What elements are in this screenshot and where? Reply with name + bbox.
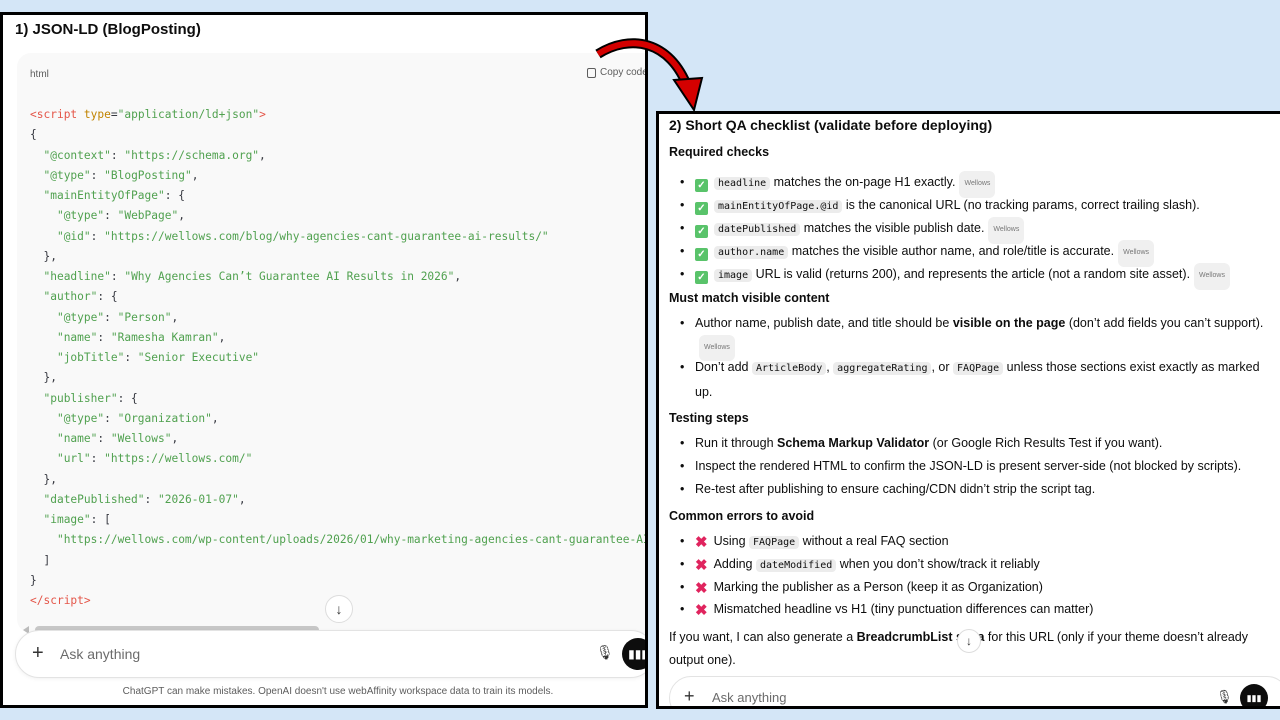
arrow-down-icon: ↓ [335, 601, 343, 617]
disclaimer-text: ChatGPT can make mistakes. OpenAI doesn'… [122, 686, 554, 697]
left-chat-panel: 1) JSON-LD (BlogPosting) html Copy code … [0, 12, 648, 708]
scroll-down-button[interactable]: ↓ [325, 595, 353, 623]
code-language-label: html [30, 69, 49, 80]
right-chat-panel: 2) Short QA checklist (validate before d… [656, 111, 1280, 709]
cross-mark-icon: ✖ [695, 602, 708, 619]
code-content: <script type="application/ld+json"> { "@… [30, 108, 648, 607]
plus-icon[interactable]: + [32, 642, 44, 665]
cross-mark-icon: ✖ [695, 557, 708, 574]
common-errors-heading: Common errors to avoid [669, 509, 815, 523]
code-block: html Copy code <script type="application… [17, 53, 648, 633]
waveform-icon: ▮▮▮ [1246, 692, 1262, 703]
cross-mark-icon: ✖ [695, 534, 708, 551]
section-title: 1) JSON-LD (BlogPosting) [15, 21, 201, 38]
composer: + Ask anything 🎙 ▮▮▮ [15, 630, 648, 678]
source-chip[interactable]: Wellows [1194, 263, 1230, 290]
composer-input[interactable]: Ask anything [60, 646, 140, 662]
microphone-icon[interactable]: 🎙 [1216, 689, 1233, 705]
check-mark-icon: ✓ [695, 179, 708, 192]
cross-mark-icon: ✖ [695, 580, 708, 597]
section-title: 2) Short QA checklist (validate before d… [669, 117, 993, 133]
check-mark-icon: ✓ [695, 271, 708, 284]
check-mark-icon: ✓ [695, 202, 708, 215]
curved-arrow-icon [595, 38, 704, 113]
must-match-heading: Must match visible content [669, 291, 830, 305]
arrow-down-icon: ↓ [966, 634, 972, 648]
voice-mode-button[interactable]: ▮▮▮ [1240, 684, 1268, 706]
voice-mode-button[interactable]: ▮▮▮ [622, 638, 648, 670]
composer-input[interactable]: Ask anything [712, 690, 786, 705]
required-checks-heading: Required checks [669, 145, 770, 159]
scroll-down-button[interactable]: ↓ [957, 629, 981, 653]
composer: + Ask anything 🎙 ▮▮▮ [669, 676, 1280, 706]
waveform-icon: ▮▮▮ [628, 647, 648, 661]
testing-steps-heading: Testing steps [669, 411, 749, 425]
check-mark-icon: ✓ [695, 225, 708, 238]
plus-icon[interactable]: + [684, 686, 695, 706]
microphone-icon[interactable]: 🎙 [596, 644, 614, 661]
check-mark-icon: ✓ [695, 248, 708, 261]
